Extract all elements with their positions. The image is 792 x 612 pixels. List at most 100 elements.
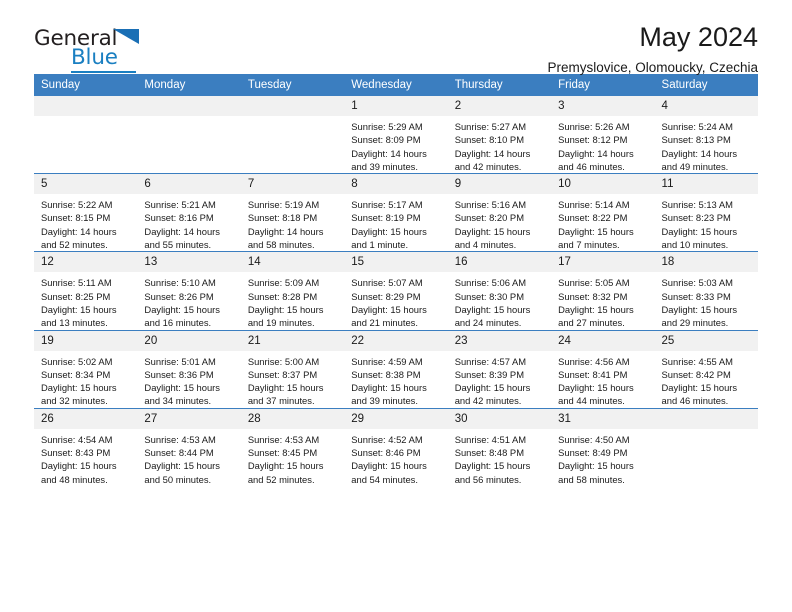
calendar-day-cell[interactable]: 10 Sunrise: 5:14 AM Sunset: 8:22 PM Dayligh… — [551, 173, 655, 252]
day-details: Sunrise: 4:55 AM Sunset: 8:42 PM Daylight:… — [655, 351, 758, 408]
calendar-day-cell[interactable]: 25 Sunrise: 4:55 AM Sunset: 8:42 PM Dayligh… — [654, 329, 758, 409]
sunset-text: Sunset: 8:38 PM — [351, 368, 421, 380]
calendar-day-cell[interactable]: 21 Sunrise: 5:00 AM Sunset: 8:37 PM Dayligh… — [240, 329, 345, 409]
calendar-day-cell[interactable]: 6 Sunrise: 5:21 AM Sunset: 8:16 PM Daylight… — [137, 173, 241, 252]
calendar-day-cell[interactable]: 28 Sunrise: 4:53 AM Sunset: 8:45 PM Dayligh… — [240, 407, 345, 486]
daylight-text-line2: and 58 minutes. — [247, 239, 315, 251]
day-number — [34, 96, 138, 116]
day-details: Sunrise: 4:53 AM Sunset: 8:44 PM Daylight:… — [137, 429, 240, 486]
day-number: 18 — [654, 252, 758, 273]
weekday-header-sunday: Sunday — [34, 74, 138, 96]
sunset-text: Sunset: 8:16 PM — [144, 212, 214, 224]
calendar-day-cell[interactable]: 27 Sunrise: 4:53 AM Sunset: 8:44 PM Dayligh… — [137, 407, 241, 486]
day-number: 21 — [240, 330, 345, 351]
sunrise-text: Sunrise: 5:22 AM — [41, 199, 113, 211]
daylight-text-line1: Daylight: 15 hours — [454, 225, 531, 237]
sunset-text: Sunset: 8:25 PM — [41, 290, 111, 302]
sunrise-text: Sunrise: 4:57 AM — [454, 355, 527, 367]
daylight-text-line1: Daylight: 15 hours — [144, 382, 220, 394]
daylight-text-line1: Daylight: 14 hours — [661, 147, 738, 159]
sunset-text: Sunset: 8:28 PM — [247, 290, 318, 302]
daylight-text-line1: Daylight: 15 hours — [144, 303, 220, 315]
page-title: May 2024 — [639, 22, 758, 52]
sunrise-text: Sunrise: 5:29 AM — [351, 121, 423, 132]
day-number: 26 — [34, 408, 138, 429]
calendar-day-cell[interactable]: 30 Sunrise: 4:51 AM Sunset: 8:48 PM Dayligh… — [447, 407, 552, 486]
day-details: Sunrise: 5:16 AM Sunset: 8:20 PM Daylight:… — [448, 194, 551, 251]
day-number: 4 — [654, 96, 758, 116]
daylight-text-line1: Daylight: 15 hours — [558, 460, 634, 472]
day-number: 29 — [344, 408, 448, 429]
calendar-day-cell[interactable]: 31 Sunrise: 4:50 AM Sunset: 8:49 PM Dayligh… — [551, 407, 655, 486]
calendar-day-cell[interactable]: 3 Sunrise: 5:26 AM Sunset: 8:12 PM Daylight… — [551, 96, 655, 174]
daylight-text-line2: and 44 minutes. — [558, 395, 625, 407]
day-details: Sunrise: 4:52 AM Sunset: 8:46 PM Daylight:… — [344, 429, 447, 486]
day-number: 23 — [447, 330, 552, 351]
daylight-text-line1: Daylight: 15 hours — [454, 382, 531, 394]
daylight-text-line1: Daylight: 15 hours — [454, 303, 531, 315]
sunset-text: Sunset: 8:44 PM — [144, 447, 214, 459]
calendar-day-cell[interactable]: 11 Sunrise: 5:13 AM Sunset: 8:23 PM Dayligh… — [654, 173, 758, 252]
calendar-day-cell[interactable]: 4 Sunrise: 5:24 AM Sunset: 8:13 PM Daylight… — [654, 96, 758, 174]
daylight-text-line1: Daylight: 15 hours — [661, 382, 738, 394]
sunrise-text: Sunrise: 4:55 AM — [661, 355, 733, 367]
day-number: 25 — [654, 330, 758, 351]
day-details: Sunrise: 5:02 AM Sunset: 8:34 PM Daylight:… — [34, 351, 137, 408]
day-details: Sunrise: 5:19 AM Sunset: 8:18 PM Daylight:… — [241, 194, 344, 251]
calendar-day-cell[interactable]: 15 Sunrise: 5:07 AM Sunset: 8:29 PM Dayligh… — [344, 251, 448, 331]
daylight-text-line1: Daylight: 15 hours — [247, 382, 324, 394]
day-details: Sunrise: 5:22 AM Sunset: 8:15 PM Daylight:… — [34, 194, 137, 251]
brand-logo[interactable]: General Blue — [34, 26, 234, 73]
calendar-day-cell[interactable]: 18 Sunrise: 5:03 AM Sunset: 8:33 PM Dayligh… — [654, 251, 758, 331]
calendar-day-cell[interactable]: 8 Sunrise: 5:17 AM Sunset: 8:19 PM Daylight… — [344, 173, 448, 252]
sunrise-text: Sunrise: 5:24 AM — [661, 121, 733, 132]
day-details: Sunrise: 4:50 AM Sunset: 8:49 PM Daylight:… — [551, 429, 654, 486]
calendar-day-cell-empty — [137, 96, 241, 174]
day-details: Sunrise: 5:00 AM Sunset: 8:37 PM Daylight:… — [241, 351, 344, 408]
calendar-day-cell[interactable]: 2 Sunrise: 5:27 AM Sunset: 8:10 PM Daylight… — [447, 96, 552, 174]
daylight-text-line1: Daylight: 14 hours — [41, 225, 117, 237]
day-details: Sunrise: 5:17 AM Sunset: 8:19 PM Daylight:… — [344, 194, 447, 251]
calendar-body: 1 Sunrise: 5:29 AM Sunset: 8:09 PM Daylight… — [34, 96, 758, 486]
sunrise-text: Sunrise: 5:13 AM — [661, 199, 733, 211]
daylight-text-line2: and 42 minutes. — [454, 160, 522, 172]
calendar-day-cell[interactable]: 9 Sunrise: 5:16 AM Sunset: 8:20 PM Daylight… — [447, 173, 552, 252]
calendar-day-cell[interactable]: 16 Sunrise: 5:06 AM Sunset: 8:30 PM Dayligh… — [447, 251, 552, 331]
calendar-day-cell[interactable]: 19 Sunrise: 5:02 AM Sunset: 8:34 PM Dayligh… — [34, 329, 138, 409]
day-number: 22 — [344, 330, 448, 351]
calendar-day-cell[interactable]: 24 Sunrise: 4:56 AM Sunset: 8:41 PM Dayligh… — [551, 329, 655, 409]
calendar-day-cell[interactable]: 22 Sunrise: 4:59 AM Sunset: 8:38 PM Dayligh… — [344, 329, 448, 409]
calendar-day-cell[interactable]: 23 Sunrise: 4:57 AM Sunset: 8:39 PM Dayligh… — [447, 329, 552, 409]
day-number: 11 — [654, 174, 758, 195]
calendar-day-cell[interactable]: 29 Sunrise: 4:52 AM Sunset: 8:46 PM Dayligh… — [344, 407, 448, 486]
weekday-header-monday: Monday — [137, 74, 241, 96]
day-number: 28 — [240, 408, 345, 429]
sunrise-text: Sunrise: 5:10 AM — [144, 277, 216, 289]
day-details: Sunrise: 5:09 AM Sunset: 8:28 PM Daylight:… — [241, 272, 344, 329]
daylight-text-line2: and 1 minute. — [351, 239, 409, 251]
calendar-day-cell[interactable]: 26 Sunrise: 4:54 AM Sunset: 8:43 PM Dayligh… — [34, 407, 138, 486]
day-number: 16 — [447, 252, 552, 273]
calendar-day-cell[interactable]: 14 Sunrise: 5:09 AM Sunset: 8:28 PM Dayligh… — [240, 251, 345, 331]
calendar-day-cell[interactable]: 13 Sunrise: 5:10 AM Sunset: 8:26 PM Dayligh… — [137, 251, 241, 331]
daylight-text-line1: Daylight: 15 hours — [558, 303, 634, 315]
calendar-day-cell[interactable]: 7 Sunrise: 5:19 AM Sunset: 8:18 PM Daylight… — [240, 173, 345, 252]
calendar-day-cell[interactable]: 17 Sunrise: 5:05 AM Sunset: 8:32 PM Dayligh… — [551, 251, 655, 331]
sunset-text: Sunset: 8:34 PM — [41, 368, 111, 380]
calendar-day-cell[interactable]: 1 Sunrise: 5:29 AM Sunset: 8:09 PM Daylight… — [344, 96, 448, 174]
sunrise-text: Sunrise: 4:52 AM — [351, 433, 423, 445]
sunrise-text: Sunrise: 4:53 AM — [247, 433, 320, 445]
daylight-text-line2: and 27 minutes. — [558, 317, 625, 329]
day-number: 17 — [551, 252, 655, 273]
sunset-text: Sunset: 8:36 PM — [144, 368, 214, 380]
daylight-text-line1: Daylight: 15 hours — [351, 460, 427, 472]
daylight-text-line1: Daylight: 15 hours — [144, 460, 220, 472]
calendar-day-cell[interactable]: 5 Sunrise: 5:22 AM Sunset: 8:15 PM Daylight… — [34, 173, 138, 252]
sunset-text: Sunset: 8:29 PM — [351, 290, 421, 302]
calendar-day-cell[interactable]: 20 Sunrise: 5:01 AM Sunset: 8:36 PM Dayligh… — [137, 329, 241, 409]
day-number — [240, 96, 345, 116]
daylight-text-line1: Daylight: 15 hours — [454, 460, 531, 472]
day-details: Sunrise: 5:03 AM Sunset: 8:33 PM Daylight:… — [655, 272, 758, 329]
page-header: General Blue May 2024 Premyslovice, Olom… — [34, 0, 758, 75]
calendar-day-cell[interactable]: 12 Sunrise: 5:11 AM Sunset: 8:25 PM Dayligh… — [34, 251, 138, 331]
